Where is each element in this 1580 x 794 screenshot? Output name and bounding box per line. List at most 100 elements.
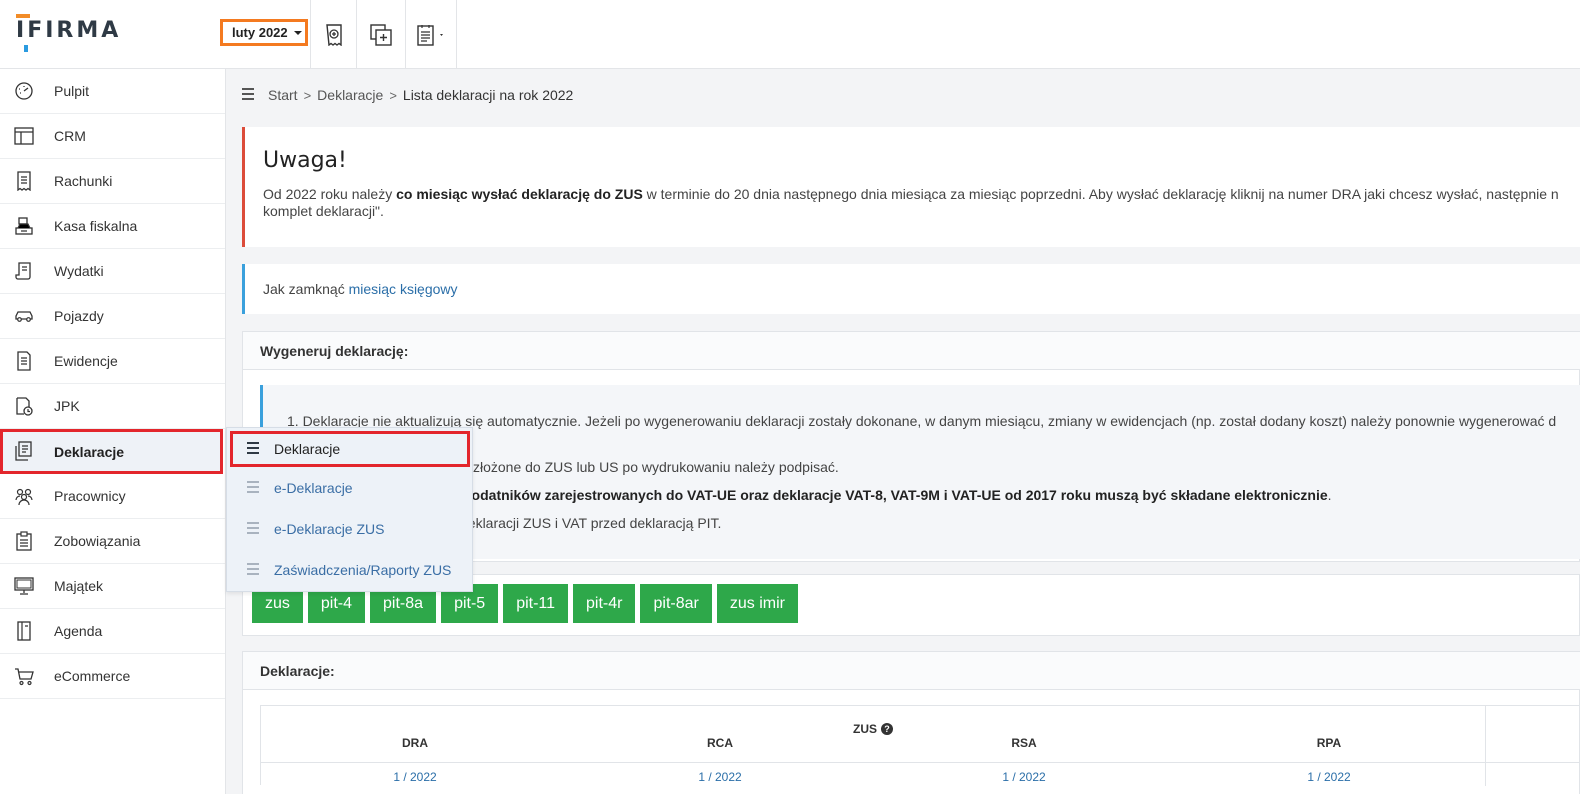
help-icon[interactable]: ? [881,723,893,735]
copy-add-button[interactable] [356,0,405,69]
sidebar-item-ewidencje[interactable]: Ewidencje [0,339,225,384]
employees-icon [15,488,33,506]
submenu-item-deklaracje[interactable]: Deklaracje [230,431,470,467]
sidebar-item-kasa-fiskalna[interactable]: Kasa fiskalna [0,204,225,249]
column-header-rpa: RPA [1316,736,1342,750]
sidebar-item-label: Majątek [54,578,104,594]
period-label: luty 2022 [232,25,288,40]
submenu-item-label: e-Deklaracje ZUS [274,521,385,537]
sidebar-item-label: Kasa fiskalna [54,218,138,234]
sidebar-item-label: Agenda [54,623,103,639]
sidebar-item-label: CRM [54,128,86,144]
warning-alert: Uwaga! Od 2022 roku należy co miesiąc wy… [242,127,1580,247]
chevron-down-icon [293,30,302,35]
assets-icon [14,577,34,595]
breadcrumb-section[interactable]: Deklaracje [317,87,383,103]
note-line-1: 1. Deklaracje nie aktualizują się automa… [287,413,1557,429]
jpk-icon [16,397,33,416]
rca-link[interactable]: 1 / 2022 [690,770,750,784]
zus-group-header: ZUS? [853,722,893,736]
sidebar-item-label: Rachunki [54,173,113,189]
logo-letter-i: I [16,14,30,52]
chevron-right-icon: > [303,87,312,103]
breadcrumb-current: Lista deklaracji na rok 2022 [402,87,574,103]
sidebar-item-crm[interactable]: CRM [0,114,225,159]
declarations-panel: Deklaracje: ZUS? DRA RCA RSA RPA 1 / 202… [242,651,1580,794]
sidebar-item-label: Wydatki [54,263,104,279]
sidebar-item-label: Ewidencje [54,353,118,369]
sidebar-item-rachunki[interactable]: Rachunki [0,159,225,204]
logo-text: FIRMA [27,18,122,43]
sidebar-item-label: eCommerce [54,668,131,684]
menu-toggle-icon[interactable] [242,87,254,103]
obligations-icon [16,531,32,551]
ifirma-logo[interactable]: I FIRMA [16,14,122,52]
panel-header: Deklaracje: [243,652,1580,690]
close-month-link[interactable]: miesiąc księgowy [349,281,458,297]
column-header-dra: DRA [402,736,428,750]
receipt-add-button[interactable] [310,0,356,69]
sidebar-item-pulpit[interactable]: Pulpit [0,69,225,114]
sidebar-item-label: Pracownicy [54,488,126,504]
alert-title: Uwaga! [263,148,347,173]
submenu-item-e-deklaracje-zus[interactable]: e-Deklaracje ZUS [227,509,472,549]
declarations-icon [15,441,32,461]
sidebar-item-jpk[interactable]: JPK [0,384,225,429]
submenu-item-label: Zaświadczenia/Raporty ZUS [274,562,452,578]
breadcrumb-start[interactable]: Start [268,87,298,103]
panel-header: Wygeneruj deklarację: [243,332,1580,370]
cash-register-icon [15,217,33,235]
agenda-icon [17,621,31,641]
sidebar-item-majatek[interactable]: Majątek [0,564,225,609]
car-icon [15,311,33,322]
sidebar-item-ecommerce[interactable]: eCommerce [0,654,225,699]
list-icon [247,441,259,457]
list-icon [247,562,259,578]
crm-icon [14,127,34,145]
breadcrumb: Start > Deklaracje > Lista deklaracji na… [242,87,573,103]
divider [261,762,1580,763]
cart-icon [15,668,34,686]
pit-11-button[interactable]: pit-11 [503,584,569,623]
sidebar-item-label: Deklaracje [54,443,125,460]
column-header-rca: RCA [707,736,733,750]
submenu-item-label: e-Deklaracje [274,480,353,496]
info-text: Jak zamknąć miesiąc księgowy [263,281,458,297]
records-icon [17,351,31,371]
sidebar-item-deklaracje[interactable]: Deklaracje [0,429,223,474]
sidebar: Pulpit CRM Rachunki Kasa fiskalna Wydatk… [0,69,226,794]
period-dropdown[interactable]: luty 2022 [220,19,308,46]
sidebar-item-pojazdy[interactable]: Pojazdy [0,294,225,339]
pit-8ar-button[interactable]: pit-8ar [640,584,712,623]
dra-link[interactable]: 1 / 2022 [385,770,445,784]
declarations-submenu: Deklaracje e-Deklaracje e-Deklaracje ZUS… [226,427,473,592]
receipt-add-icon [325,23,342,46]
panel-title: Deklaracje: [260,663,335,679]
sidebar-item-wydatki[interactable]: Wydatki [0,249,225,294]
sidebar-item-pracownicy[interactable]: Pracownicy [0,474,225,519]
top-bar: I FIRMA luty 2022 [0,0,1580,69]
rpa-link[interactable]: 1 / 2022 [1299,770,1359,784]
note-line-4: deklaracji ZUS i VAT przed deklaracją PI… [460,515,722,531]
document-copy-add-icon [370,23,392,46]
zus-imir-button[interactable]: zus imir [716,584,798,623]
document-list-dropdown[interactable] [405,0,457,69]
chevron-right-icon: > [389,87,397,103]
divider [1485,706,1486,786]
sidebar-item-agenda[interactable]: Agenda [0,609,225,654]
note-line-2: złożone do ZUS lub US po wydrukowaniu na… [473,459,839,475]
declarations-table: ZUS? DRA RCA RSA RPA 1 / 2022 1 / 2022 1… [260,705,1580,786]
info-box: Jak zamknąć miesiąc księgowy [242,264,1580,314]
sidebar-item-zobowiazania[interactable]: Zobowiązania [0,519,225,564]
submenu-item-zaswiadczenia[interactable]: Zaświadczenia/Raporty ZUS [227,550,472,590]
note-line-3: podatników zarejestrowanych do VAT-UE or… [463,487,1332,503]
rsa-link[interactable]: 1 / 2022 [994,770,1054,784]
pit-4r-button[interactable]: pit-4r [573,584,636,623]
column-header-rsa: RSA [1011,736,1037,750]
bills-icon [17,171,31,191]
panel-title: Wygeneruj deklarację: [260,343,409,359]
document-list-icon [417,24,443,46]
list-icon [247,480,259,496]
sidebar-item-label: Pojazdy [54,308,104,324]
submenu-item-e-deklaracje[interactable]: e-Deklaracje [227,468,472,508]
